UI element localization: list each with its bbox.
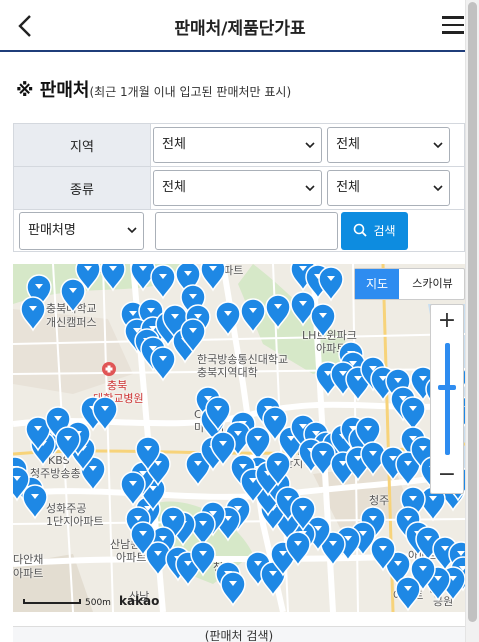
chevron-down-icon	[305, 142, 315, 149]
hamburger-menu-icon	[442, 16, 464, 19]
map-pin-icon[interactable]	[245, 426, 271, 462]
map-pin-icon[interactable]	[150, 264, 176, 300]
region-select-2[interactable]: 전체	[327, 127, 451, 163]
marker-layer	[13, 264, 465, 612]
map-pin-icon[interactable]	[395, 576, 421, 612]
zoom-track[interactable]	[445, 343, 450, 455]
map-pin-icon[interactable]	[150, 346, 176, 382]
map-pin-icon[interactable]	[310, 303, 336, 339]
page-title: 판매처/제품단가표	[174, 19, 306, 39]
type-select-2[interactable]: 전체	[327, 170, 451, 206]
map-type-control: 지도 스카이뷰	[354, 268, 465, 300]
section-mark: ※	[16, 80, 34, 101]
map-pin-icon[interactable]	[310, 441, 336, 477]
seller-name-input[interactable]	[155, 212, 338, 250]
chevron-down-icon	[305, 185, 315, 192]
region-label: 지역	[13, 123, 151, 167]
map-type-skyview-button[interactable]: 스카이뷰	[399, 269, 465, 299]
search-button[interactable]: 검색	[341, 212, 408, 250]
map-pin-icon[interactable]	[215, 301, 241, 337]
map-pin-icon[interactable]	[265, 294, 291, 330]
top-header: 판매처/제품단가표	[0, 0, 465, 52]
map-pin-icon[interactable]	[60, 278, 86, 314]
chevron-down-icon	[127, 227, 137, 234]
map-pin-icon[interactable]	[22, 484, 48, 520]
chevron-down-icon	[433, 142, 443, 149]
section-title: ※ 판매처(최근 1개월 이내 입고된 판매처만 표시)	[16, 76, 291, 102]
scale-label: 500m	[85, 598, 111, 608]
map-pin-icon[interactable]	[200, 264, 226, 292]
map-pin-icon[interactable]	[20, 296, 46, 332]
seller-map[interactable]: 충북대학교 개신캠퍼스 충북 대학교병원 한국방송통신대학교 충북지역대학 LH…	[13, 264, 465, 612]
zoom-control: + −	[430, 304, 464, 494]
map-pin-icon[interactable]	[318, 266, 344, 302]
seller-search-footer[interactable]: (판매처 검색)	[13, 626, 465, 642]
map-type-map-button[interactable]: 지도	[355, 269, 399, 299]
search-icon	[354, 223, 368, 237]
page-scrollbar[interactable]	[465, 0, 479, 642]
map-pin-icon[interactable]	[220, 571, 246, 607]
type-select-1[interactable]: 전체	[153, 170, 322, 206]
section-note: (최근 1개월 이내 입고된 판매처만 표시)	[89, 85, 292, 99]
scrollbar-thumb[interactable]	[468, 2, 477, 622]
type-label: 종류	[13, 166, 151, 210]
map-pin-icon[interactable]	[240, 298, 266, 334]
scale-bar	[23, 599, 81, 604]
zoom-handle[interactable]	[438, 385, 456, 390]
chevron-down-icon	[433, 185, 443, 192]
kakao-logo: kakao	[119, 594, 160, 608]
region-select-1[interactable]: 전체	[153, 127, 322, 163]
section-heading: 판매처	[39, 80, 90, 101]
zoom-in-button[interactable]: +	[431, 305, 463, 339]
map-pin-icon[interactable]	[400, 396, 426, 432]
map-pin-icon[interactable]	[100, 264, 126, 292]
hamburger-menu-button[interactable]	[442, 16, 464, 36]
zoom-out-button[interactable]: −	[431, 460, 463, 494]
name-type-select[interactable]: 판매처명	[19, 212, 144, 250]
